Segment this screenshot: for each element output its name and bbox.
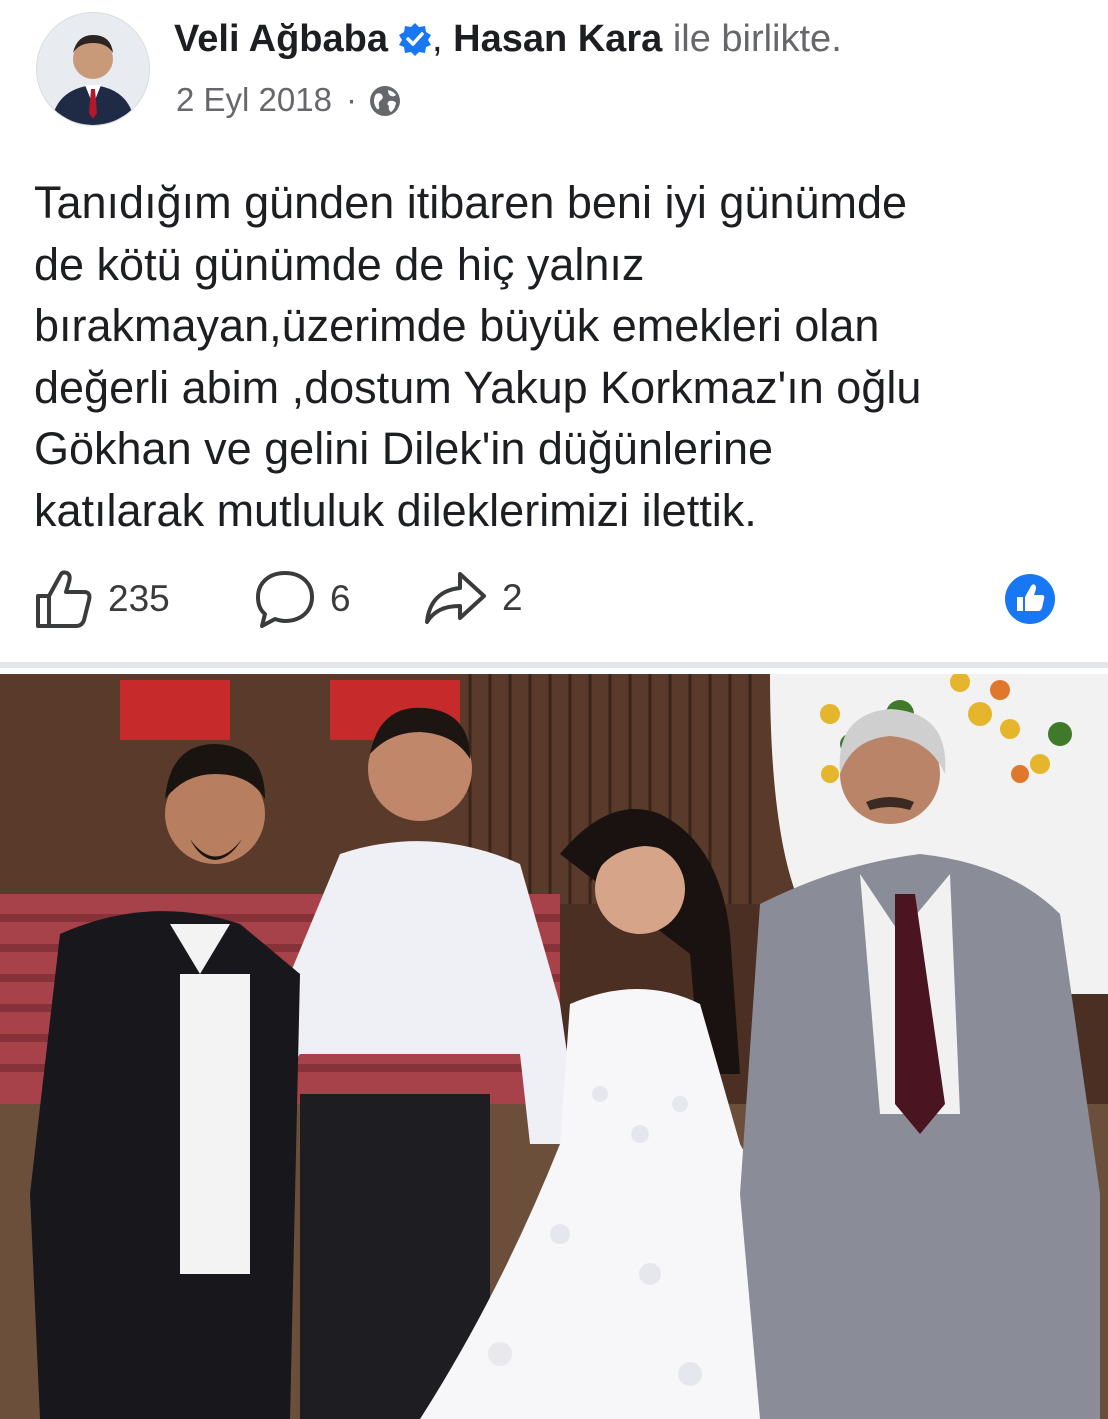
like-reaction-icon (1004, 573, 1056, 625)
verified-badge-icon (398, 19, 432, 69)
comment-count: 6 (330, 578, 351, 619)
action-bar: 235 6 2 (0, 560, 1108, 640)
share-arrow-icon (425, 572, 486, 624)
with-text: ile birlikte. (672, 18, 842, 60)
share-button[interactable]: 2 (424, 568, 523, 628)
meta-dot: · (345, 81, 357, 118)
divider (0, 662, 1108, 668)
post-photo[interactable] (0, 674, 1108, 1419)
post-meta: 2 Eyl 2018 · (176, 78, 401, 128)
avatar-image (37, 13, 149, 125)
wedding-photo (0, 674, 1108, 1419)
comment-bubble-icon (256, 571, 314, 628)
like-button[interactable]: 235 (34, 568, 170, 630)
author-name[interactable]: Veli Ağbaba (174, 18, 388, 60)
author-line: Veli Ağbaba, Hasan Kara ile birlikte. (174, 14, 842, 69)
comment-button[interactable]: 6 (254, 568, 351, 630)
post-date[interactable]: 2 Eyl 2018 (176, 81, 332, 118)
share-count: 2 (502, 577, 523, 618)
thumbs-up-icon (36, 570, 92, 628)
like-count: 235 (108, 578, 170, 619)
tagged-name[interactable]: Hasan Kara (453, 18, 662, 60)
tag-separator: , (432, 18, 443, 60)
post-header: Veli Ağbaba, Hasan Kara ile birlikte. 2 … (0, 0, 1108, 140)
post-text: Tanıdığım günden itibaren beni iyi günüm… (34, 177, 922, 536)
author-avatar[interactable] (36, 12, 150, 126)
globe-icon (369, 84, 401, 128)
